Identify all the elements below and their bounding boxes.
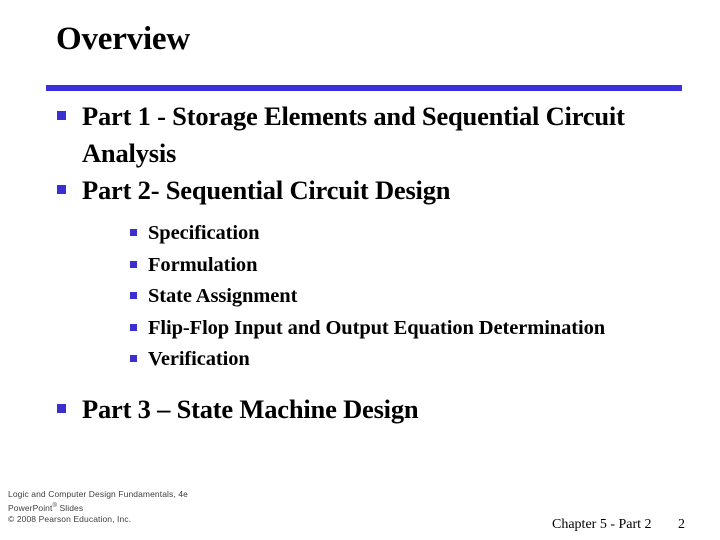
list-item-label: Part 1 - Storage Elements and Sequential…	[82, 101, 625, 168]
chapter-footer: Chapter 5 - Part 2	[552, 517, 652, 532]
list-item-label: Flip-Flop Input and Output Equation Dete…	[148, 316, 606, 339]
list-item-label: Specification	[148, 222, 260, 244]
copyright-line: © 2008 Pearson Education, Inc.	[8, 513, 132, 524]
list-item: Formulation	[46, 250, 706, 282]
title-divider-rule	[46, 85, 682, 91]
page-title: Overview	[56, 21, 191, 57]
slide-canvas: Overview Part 1 - Storage Elements and S…	[0, 0, 720, 540]
bullet-list: Part 1 - Storage Elements and Sequential…	[46, 98, 706, 428]
list-item: Part 3 – State Machine Design	[46, 391, 706, 428]
square-bullet-icon	[57, 403, 66, 413]
list-item-label: Part 2- Sequential Circuit Design	[82, 175, 451, 205]
powerpoint-slides-line: PowerPoint® Slides	[8, 501, 188, 514]
square-bullet-icon	[130, 355, 137, 362]
list-item-label: Part 3 – State Machine Design	[82, 393, 419, 424]
book-title-line: Logic and Computer Design Fundamentals, …	[8, 489, 188, 499]
list-item-label: Formulation	[148, 253, 258, 276]
list-item-label: Verification	[148, 348, 250, 370]
square-bullet-icon	[57, 185, 66, 194]
list-item: Specification	[46, 218, 706, 250]
square-bullet-icon	[130, 229, 137, 236]
square-bullet-icon	[130, 260, 137, 268]
square-bullet-icon	[57, 111, 66, 120]
powerpoint-label: PowerPoint	[8, 502, 53, 513]
copyright-block: Logic and Computer Design Fundamentals, …	[8, 489, 188, 525]
slide-number: 2	[678, 517, 685, 532]
list-item: Verification	[46, 344, 706, 376]
square-bullet-icon	[130, 292, 137, 299]
list-item: Flip-Flop Input and Output Equation Dete…	[46, 313, 706, 345]
list-item: State Assignment	[46, 281, 706, 313]
list-item: Part 2- Sequential Circuit Design	[46, 172, 706, 209]
slides-label: Slides	[57, 502, 84, 513]
list-item: Part 1 - Storage Elements and Sequential…	[46, 98, 706, 172]
list-item-label: State Assignment	[148, 285, 298, 307]
square-bullet-icon	[130, 323, 137, 331]
